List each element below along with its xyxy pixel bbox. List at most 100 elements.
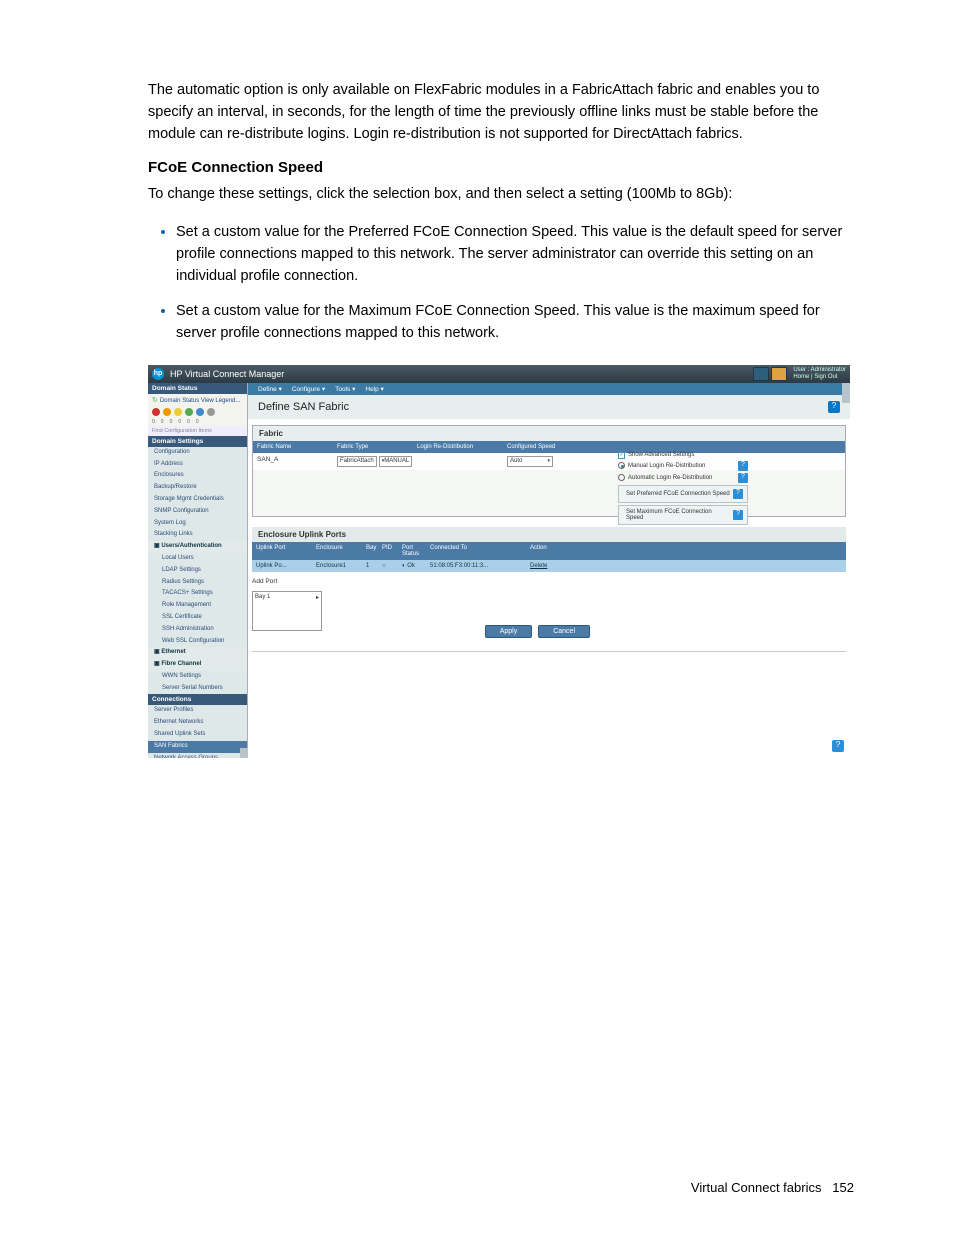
add-port-label: Add Port (252, 578, 846, 585)
sidebar-item-local-users[interactable]: Local Users (148, 553, 247, 565)
user-line-1: User : Administrator (793, 367, 846, 374)
add-port-select[interactable]: Bay 1▸ (252, 591, 322, 631)
uplink-panel: Enclosure Uplink Ports Uplink Port Enclo… (252, 527, 846, 572)
fabric-panel-title: Fabric (253, 426, 845, 441)
sidebar-domain-status-header: Domain Status (148, 383, 247, 394)
titlebar-home-icon[interactable] (771, 367, 787, 381)
help-pref-icon[interactable]: ? (733, 489, 743, 499)
menubar: Define ▾ Configure ▾ Tools ▾ Help ▾ (148, 383, 850, 395)
fabric-panel: Fabric Fabric Name Fabric Type Login Re-… (252, 425, 846, 517)
sidebar-item-tacacs[interactable]: TACACS+ Settings (148, 588, 247, 600)
fabric-type-manual-select[interactable]: ▾MANUAL (379, 456, 413, 467)
doc-bullet-list: Set a custom value for the Preferred FCo… (148, 220, 854, 345)
page-footer: Virtual Connect fabrics 152 (691, 1180, 854, 1195)
page-title: Define SAN Fabric (258, 401, 349, 413)
doc-bullet-2: Set a custom value for the Maximum FCoE … (176, 299, 854, 345)
sidebar-connections-header[interactable]: Connections (148, 694, 247, 705)
sidebar-ethernet-header[interactable]: ▣ Ethernet (148, 647, 247, 659)
fabric-type-select[interactable]: FabricAttach (337, 456, 377, 467)
user-line-2[interactable]: Home | Sign Out (793, 374, 846, 381)
sidebar-item-ldap[interactable]: LDAP Settings (148, 565, 247, 577)
col-login-redist: Login Re-Distribution (413, 441, 503, 453)
sidebar-item-server-serial[interactable]: Server Serial Numbers (148, 683, 247, 695)
pref-speed-checkbox[interactable]: Set Preferred FCoE Connection Speed? (618, 485, 748, 503)
col-configured-speed: Configured Speed (503, 441, 563, 453)
status-gray-icon (207, 408, 215, 416)
sidebar-item-storage-creds[interactable]: Storage Mgmt Credentials (148, 494, 247, 506)
max-speed-checkbox[interactable]: Set Maximum FCoE Connection Speed? (618, 505, 748, 525)
doc-sub-paragraph: To change these settings, click the sele… (148, 184, 854, 206)
sidebar-fc-header[interactable]: ▣ Fibre Channel (148, 659, 247, 671)
help-icon[interactable]: ? (828, 401, 840, 413)
sidebar-item-web-ssl[interactable]: Web SSL Configuration (148, 636, 247, 648)
sidebar-status-link[interactable]: Domain Status View Legend... (160, 398, 241, 404)
help-max-icon[interactable]: ? (733, 510, 743, 520)
titlebar-action-icon-1[interactable] (753, 367, 769, 381)
scrollbar-thumb[interactable] (842, 383, 850, 403)
cell-connected-to: 51:08:05:F3:00:11:3... (426, 560, 526, 572)
sidebar-item-ip-address[interactable]: IP Address (148, 459, 247, 471)
status-green-icon (185, 408, 193, 416)
sidebar-item-shared-uplink[interactable]: Shared Uplink Sets (148, 729, 247, 741)
configured-speed-select[interactable]: Auto▾ (507, 456, 553, 467)
help-manual-icon[interactable]: ? (738, 461, 748, 471)
sidebar-item-radius[interactable]: Radius Settings (148, 577, 247, 589)
apply-button[interactable]: Apply (485, 625, 533, 638)
col-port-status: Port Status (398, 542, 426, 560)
doc-heading-fcoe: FCoE Connection Speed (148, 159, 854, 176)
app-titlebar: hp HP Virtual Connect Manager User : Adm… (148, 365, 850, 383)
sidebar-item-enclosures[interactable]: Enclosures (148, 470, 247, 482)
sidebar-status-icons (148, 406, 247, 418)
status-blue-icon (196, 408, 204, 416)
col-fabric-name: Fabric Name (253, 441, 333, 453)
sidebar-item-backup-restore[interactable]: Backup/Restore (148, 482, 247, 494)
cell-pid: ○ (378, 560, 398, 572)
auto-redist-radio[interactable]: Automatic Login Re-Distribution? (618, 473, 748, 483)
app-screenshot: hp HP Virtual Connect Manager User : Adm… (148, 365, 850, 758)
status-red-icon (152, 408, 160, 416)
help-auto-icon[interactable]: ? (738, 473, 748, 483)
menu-define[interactable]: Define ▾ (258, 385, 282, 393)
menu-help[interactable]: Help ▾ (365, 385, 383, 393)
sidebar-item-server-profiles[interactable]: Server Profiles (148, 705, 247, 717)
sidebar-item-configuration[interactable]: Configuration (148, 447, 247, 459)
uplink-panel-title: Enclosure Uplink Ports (252, 527, 846, 542)
footer-help-icon[interactable]: ? (832, 740, 844, 752)
sidebar: Domain Status ↻ Domain Status View Legen… (148, 383, 248, 758)
sidebar-item-snmp[interactable]: SNMP Configuration (148, 506, 247, 518)
col-fabric-type: Fabric Type (333, 441, 413, 453)
sidebar-item-wwn[interactable]: WWN Settings (148, 671, 247, 683)
sidebar-domain-settings-header[interactable]: Domain Settings (148, 436, 247, 447)
cell-fabric-name[interactable]: SAN_A (253, 453, 333, 470)
cell-port-status: ◐ Ok (398, 560, 426, 572)
uplink-delete-link[interactable]: Delete (526, 560, 566, 572)
user-info: User : Administrator Home | Sign Out (793, 367, 846, 380)
advanced-settings: ✓Show Advanced Settings Manual Login Re-… (618, 450, 748, 527)
doc-intro-paragraph: The automatic option is only available o… (148, 80, 854, 145)
col-pid: PID (378, 542, 398, 560)
sidebar-item-san-fabrics[interactable]: SAN Fabrics (148, 741, 247, 753)
hp-logo-icon: hp (152, 368, 164, 380)
col-uplink-port: Uplink Port (252, 542, 312, 560)
col-enclosure: Enclosure (312, 542, 362, 560)
sidebar-item-ssh-admin[interactable]: SSH Administration (148, 624, 247, 636)
sidebar-find-input[interactable]: Find Configuration Items (148, 426, 247, 436)
menu-tools[interactable]: Tools ▾ (335, 385, 355, 393)
cancel-button[interactable]: Cancel (538, 625, 590, 638)
sidebar-item-network-access-groups[interactable]: Network Access Groups (148, 753, 247, 758)
status-yellow-icon (174, 408, 182, 416)
col-bay: Bay (362, 542, 378, 560)
sidebar-item-stacking-links[interactable]: Stacking Links (148, 529, 247, 541)
sidebar-item-system-log[interactable]: System Log (148, 518, 247, 530)
uplink-row: Uplink Po... Enclosure1 1 ○ ◐ Ok 51:08:0… (252, 560, 846, 572)
sidebar-item-ssl-cert[interactable]: SSL Certificate (148, 612, 247, 624)
manual-redist-radio[interactable]: Manual Login Re-Distribution? (618, 461, 748, 471)
sidebar-users-header[interactable]: ▣ Users/Authentication (148, 541, 247, 553)
sidebar-item-ethernet-networks[interactable]: Ethernet Networks (148, 717, 247, 729)
col-action: Action (526, 542, 566, 560)
show-advanced-checkbox[interactable]: ✓Show Advanced Settings (618, 452, 748, 459)
menu-configure[interactable]: Configure ▾ (292, 385, 325, 393)
cell-enclosure: Enclosure1 (312, 560, 362, 572)
sidebar-item-role-mgmt[interactable]: Role Management (148, 600, 247, 612)
sidebar-scroll-thumb[interactable] (240, 748, 248, 758)
